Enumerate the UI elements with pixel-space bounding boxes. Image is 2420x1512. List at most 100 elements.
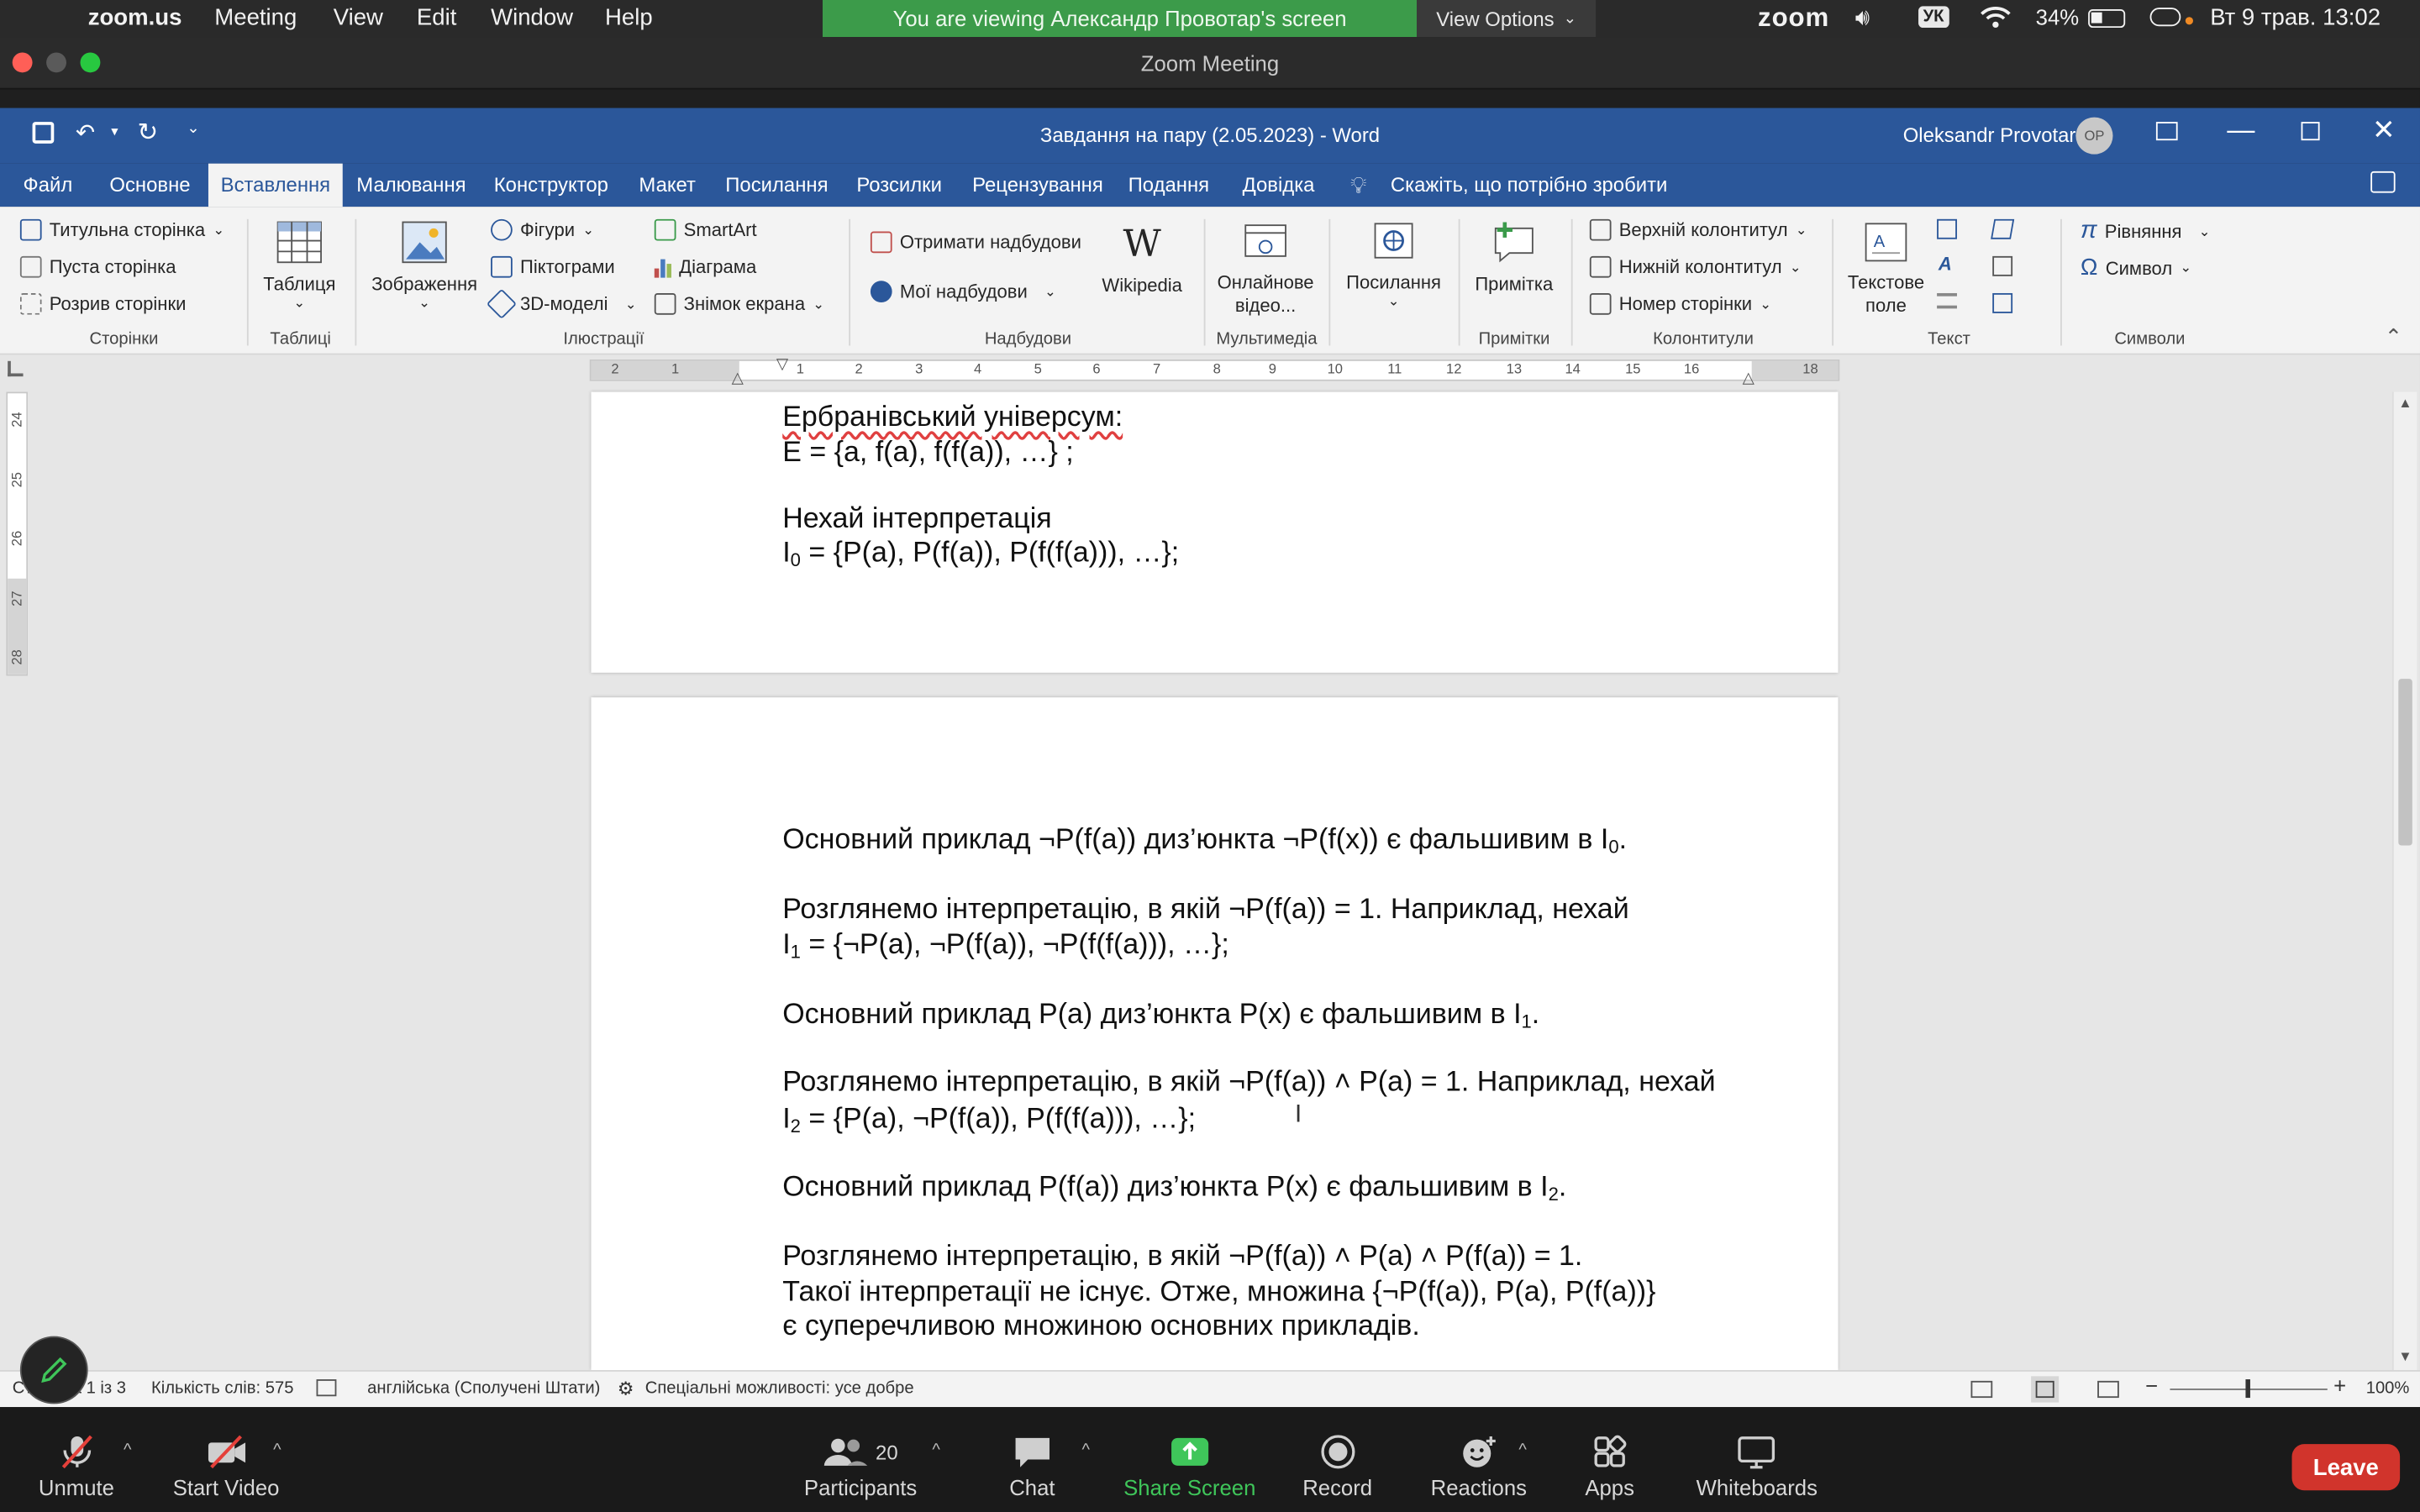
- tab-review[interactable]: Рецензування: [972, 173, 1103, 197]
- menu-edit[interactable]: Edit: [417, 5, 456, 31]
- cover-page-button[interactable]: Титульна сторінка ⌄: [19, 218, 224, 241]
- tab-home[interactable]: Основне: [109, 173, 190, 197]
- page-number-button[interactable]: Номер сторінки ⌄: [1589, 292, 1771, 315]
- chat-options-icon[interactable]: ^: [1082, 1441, 1090, 1460]
- tab-view[interactable]: Подання: [1128, 173, 1209, 197]
- collapse-ribbon-icon[interactable]: ⌃: [2385, 324, 2403, 350]
- zoom-level[interactable]: 100%: [2366, 1379, 2410, 1398]
- zoom-slider-thumb[interactable]: [2245, 1379, 2250, 1399]
- scrollbar-thumb[interactable]: [2398, 679, 2412, 846]
- tab-layout[interactable]: Макет: [639, 173, 696, 197]
- participants-button[interactable]: 20 Participants: [804, 1435, 917, 1499]
- proofing-icon[interactable]: [316, 1379, 337, 1397]
- menu-view[interactable]: View: [334, 5, 383, 31]
- share-screen-button[interactable]: Share Screen: [1123, 1435, 1255, 1499]
- minimize-icon[interactable]: —: [2227, 114, 2254, 147]
- footer-button[interactable]: Нижній колонтитул ⌄: [1589, 255, 1802, 278]
- header-button[interactable]: Верхній колонтитул ⌄: [1589, 218, 1807, 241]
- accessibility-status[interactable]: Спеціальні можливості: усе добре: [645, 1379, 914, 1398]
- print-layout-icon[interactable]: [2031, 1376, 2060, 1403]
- undo-dropdown-icon[interactable]: ▾: [111, 123, 118, 140]
- apps-button[interactable]: Apps: [1585, 1435, 1634, 1499]
- tab-insert[interactable]: Вставлення: [208, 163, 343, 207]
- redo-icon[interactable]: ↻: [137, 118, 158, 149]
- undo-icon[interactable]: ↶: [76, 118, 95, 146]
- text-box-button[interactable]: A Текстове поле: [1839, 219, 1932, 318]
- link-button[interactable]: Посилання ⌄: [1337, 219, 1451, 310]
- view-options-button[interactable]: View Options ⌄: [1417, 0, 1597, 38]
- icons-button[interactable]: Піктограми: [491, 255, 615, 278]
- record-button[interactable]: Record: [1302, 1435, 1372, 1499]
- menu-window[interactable]: Window: [491, 5, 573, 31]
- zoom-out-icon[interactable]: −: [2145, 1373, 2158, 1398]
- horizontal-ruler[interactable]: 2 1 1 2 3 4 5 6 7 8 9 10 11 12 13 14 15 …: [589, 356, 1840, 387]
- ribbon-display-options-icon[interactable]: [2155, 122, 2178, 141]
- zoom-in-icon[interactable]: +: [2333, 1373, 2346, 1398]
- scroll-down-icon[interactable]: ▼: [2398, 1348, 2412, 1363]
- battery-icon[interactable]: [2088, 9, 2126, 29]
- save-icon[interactable]: [32, 122, 55, 144]
- chat-button[interactable]: Chat: [1009, 1435, 1055, 1499]
- symbol-button[interactable]: Ω Символ ⌄: [2081, 255, 2191, 281]
- input-source-indicator[interactable]: УК: [1918, 6, 1949, 29]
- document-page-2[interactable]: Основний приклад ¬P(f(a)) диз’юнкта ¬P(f…: [591, 697, 1839, 1371]
- close-window-icon[interactable]: [12, 52, 33, 73]
- equation-button[interactable]: π Рівняння ⌄: [2081, 218, 2211, 245]
- first-line-indent-icon[interactable]: ▽: [776, 356, 788, 373]
- tab-design[interactable]: Конструктор: [494, 173, 608, 197]
- audio-options-icon[interactable]: ^: [124, 1441, 131, 1460]
- word-count[interactable]: Кількість слів: 575: [151, 1379, 293, 1398]
- menubar-datetime[interactable]: Вт 9 трав. 13:02: [2210, 5, 2381, 31]
- menu-help[interactable]: Help: [605, 5, 653, 31]
- vertical-ruler[interactable]: 24 25 26 27 28: [6, 391, 29, 676]
- language-status[interactable]: англійська (Сполучені Штати): [367, 1379, 600, 1398]
- reactions-options-icon[interactable]: ^: [1518, 1441, 1526, 1460]
- tell-me-search[interactable]: Скажіть, що потрібно зробити: [1391, 173, 1667, 197]
- control-center-icon[interactable]: [2149, 8, 2181, 27]
- minimize-window-icon[interactable]: [46, 52, 66, 73]
- drop-cap-icon[interactable]: [1937, 292, 1957, 309]
- wikipedia-button[interactable]: W Wikipedia: [1092, 222, 1192, 296]
- tab-help[interactable]: Довідка: [1243, 173, 1315, 197]
- fullscreen-window-icon[interactable]: [80, 52, 101, 73]
- zoom-status-logo[interactable]: zoom: [1758, 3, 1829, 34]
- close-icon[interactable]: ✕: [2372, 114, 2396, 147]
- restore-icon[interactable]: [2301, 122, 2320, 141]
- left-indent-icon[interactable]: △: [732, 370, 744, 387]
- volume-icon[interactable]: 🔊︎: [1855, 5, 1870, 31]
- quick-parts-icon[interactable]: [1937, 218, 1957, 239]
- video-options-icon[interactable]: ^: [273, 1441, 281, 1460]
- shapes-button[interactable]: Фігури ⌄: [491, 218, 594, 241]
- date-time-icon[interactable]: [1992, 255, 2013, 276]
- annotate-button[interactable]: [19, 1336, 88, 1404]
- menu-app-name[interactable]: zoom.us: [88, 5, 182, 31]
- get-addins-button[interactable]: Отримати надбудови: [870, 231, 1081, 254]
- unmute-button[interactable]: Unmute: [39, 1435, 114, 1499]
- pictures-button[interactable]: Зображення ⌄: [364, 219, 484, 312]
- chart-button[interactable]: Діаграма: [654, 256, 756, 278]
- tab-draw[interactable]: Малювання: [356, 173, 466, 197]
- start-video-button[interactable]: Start Video: [173, 1435, 279, 1499]
- whiteboards-button[interactable]: Whiteboards: [1697, 1435, 1818, 1499]
- avatar[interactable]: OP: [2075, 117, 2113, 155]
- comments-icon[interactable]: [2370, 171, 2396, 193]
- tab-references[interactable]: Посилання: [725, 173, 828, 197]
- screenshot-button[interactable]: Знімок екрана ⌄: [654, 292, 824, 315]
- read-mode-icon[interactable]: [1970, 1380, 1993, 1399]
- participants-options-icon[interactable]: ^: [932, 1441, 939, 1460]
- wifi-icon[interactable]: [1981, 5, 2012, 36]
- table-button[interactable]: Таблиця ⌄: [256, 219, 343, 312]
- menu-meeting[interactable]: Meeting: [214, 5, 297, 31]
- online-video-button[interactable]: Онлайнове відео...: [1210, 219, 1321, 318]
- customize-toolbar-icon[interactable]: ⌄: [187, 120, 199, 137]
- tab-mailings[interactable]: Розсилки: [856, 173, 942, 197]
- wordart-icon[interactable]: A: [1939, 253, 1952, 275]
- reactions-button[interactable]: Reactions: [1431, 1435, 1527, 1499]
- tab-file[interactable]: Файл: [24, 173, 73, 197]
- leave-button[interactable]: Leave: [2291, 1444, 2401, 1491]
- my-addins-button[interactable]: Мої надбудови ⌄: [870, 281, 1056, 302]
- smartart-button[interactable]: SmartArt: [654, 218, 757, 241]
- document-page-1[interactable]: Ербранівський універсум: E = {a, f(a), f…: [591, 391, 1839, 673]
- 3d-models-button[interactable]: 3D-моделі ⌄: [486, 288, 637, 320]
- object-icon[interactable]: [1992, 292, 2013, 313]
